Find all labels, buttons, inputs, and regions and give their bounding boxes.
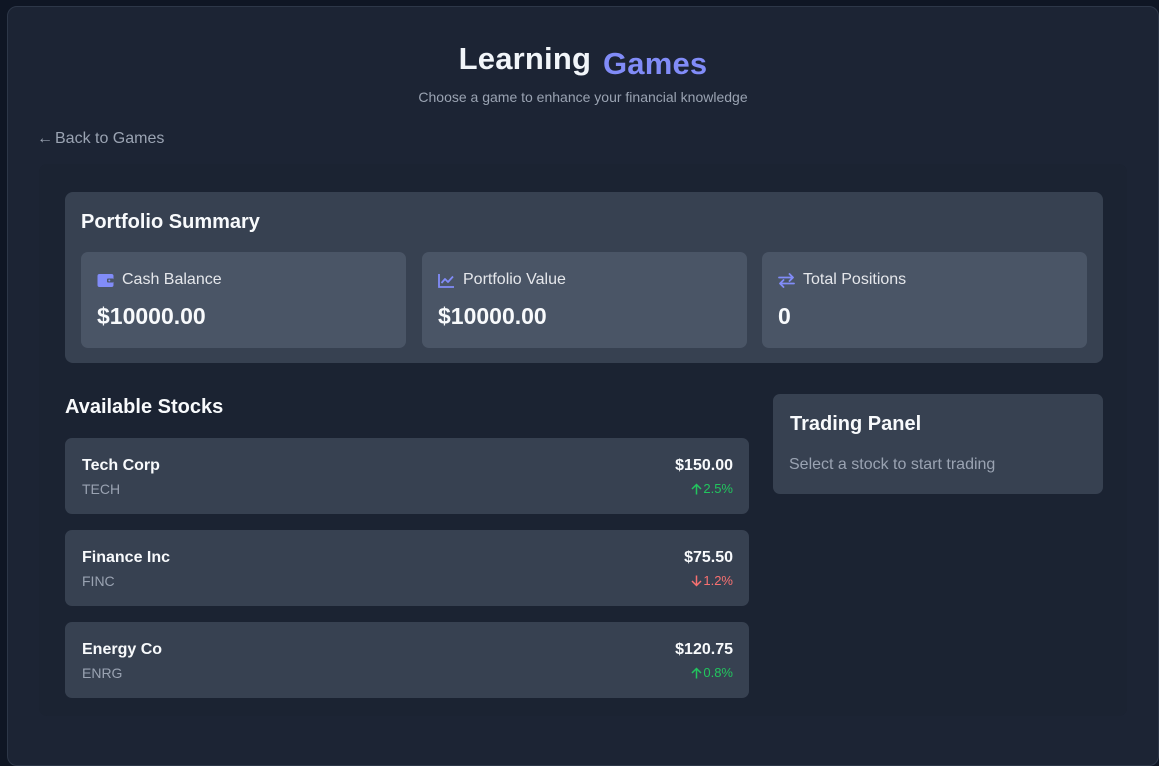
- trading-panel-title: Trading Panel: [790, 413, 922, 435]
- app-frame: Learning Games Choose a game to enhance …: [7, 6, 1159, 766]
- stat-label: Cash Balance: [122, 271, 222, 288]
- stock-item-tech[interactable]: Tech Corp TECH $150.00 2.5%: [65, 438, 749, 514]
- game-content: Portfolio Summary Cash Balance $10000.00: [39, 164, 1127, 716]
- chart-line-icon: [438, 273, 454, 288]
- stock-item-enrg[interactable]: Energy Co ENRG $120.75 0.8%: [65, 622, 749, 698]
- back-arrow-icon: ←: [37, 130, 53, 147]
- stock-price: $120.75: [675, 641, 733, 658]
- stock-change-value: 0.8%: [703, 665, 733, 680]
- trading-panel-placeholder: Select a stock to start trading: [789, 456, 996, 473]
- stock-change: 0.8%: [691, 665, 733, 680]
- title-accent: Games: [602, 46, 708, 81]
- wallet-icon: [97, 273, 114, 287]
- stat-label: Total Positions: [803, 271, 907, 288]
- arrow-down-icon: [691, 575, 702, 587]
- stock-price: $75.50: [684, 549, 733, 566]
- stat-value: 0: [778, 303, 791, 329]
- stock-symbol: FINC: [82, 573, 115, 589]
- swap-arrows-icon: [778, 272, 795, 288]
- page-subtitle: Choose a game to enhance your financial …: [418, 89, 748, 105]
- portfolio-summary: Portfolio Summary Cash Balance $10000.00: [65, 192, 1103, 363]
- stock-item-finc[interactable]: Finance Inc FINC $75.50 1.2%: [65, 530, 749, 606]
- stock-change: 2.5%: [691, 481, 733, 496]
- arrow-up-icon: [691, 666, 702, 678]
- stock-change-value: 2.5%: [703, 481, 733, 496]
- portfolio-summary-title: Portfolio Summary: [81, 211, 260, 233]
- page-header: Learning Games Choose a game to enhance …: [8, 41, 1158, 105]
- stock-symbol: TECH: [82, 481, 121, 497]
- stock-price: $150.00: [675, 457, 733, 474]
- trading-panel: Trading Panel Select a stock to start tr…: [773, 394, 1103, 494]
- stock-name: Finance Inc: [82, 549, 171, 566]
- back-to-games-link[interactable]: ← Back to Games: [37, 130, 164, 148]
- stat-label: Portfolio Value: [463, 271, 566, 288]
- stat-total-positions: Total Positions 0: [762, 252, 1087, 348]
- stock-name: Energy Co: [82, 641, 163, 658]
- stat-portfolio-value: Portfolio Value $10000.00: [422, 252, 747, 348]
- stock-change-value: 1.2%: [703, 573, 733, 588]
- title-main: Learning: [458, 41, 592, 76]
- stock-change: 1.2%: [691, 573, 733, 588]
- arrow-up-icon: [691, 482, 702, 494]
- stock-name: Tech Corp: [82, 457, 160, 474]
- stock-symbol: ENRG: [82, 665, 123, 681]
- stat-value: $10000.00: [438, 303, 547, 329]
- back-link-label: Back to Games: [55, 130, 165, 147]
- page-title: Learning Games: [8, 41, 1158, 81]
- stat-cash-balance: Cash Balance $10000.00: [81, 252, 406, 348]
- available-stocks-title: Available Stocks: [65, 396, 224, 418]
- stat-value: $10000.00: [97, 303, 206, 329]
